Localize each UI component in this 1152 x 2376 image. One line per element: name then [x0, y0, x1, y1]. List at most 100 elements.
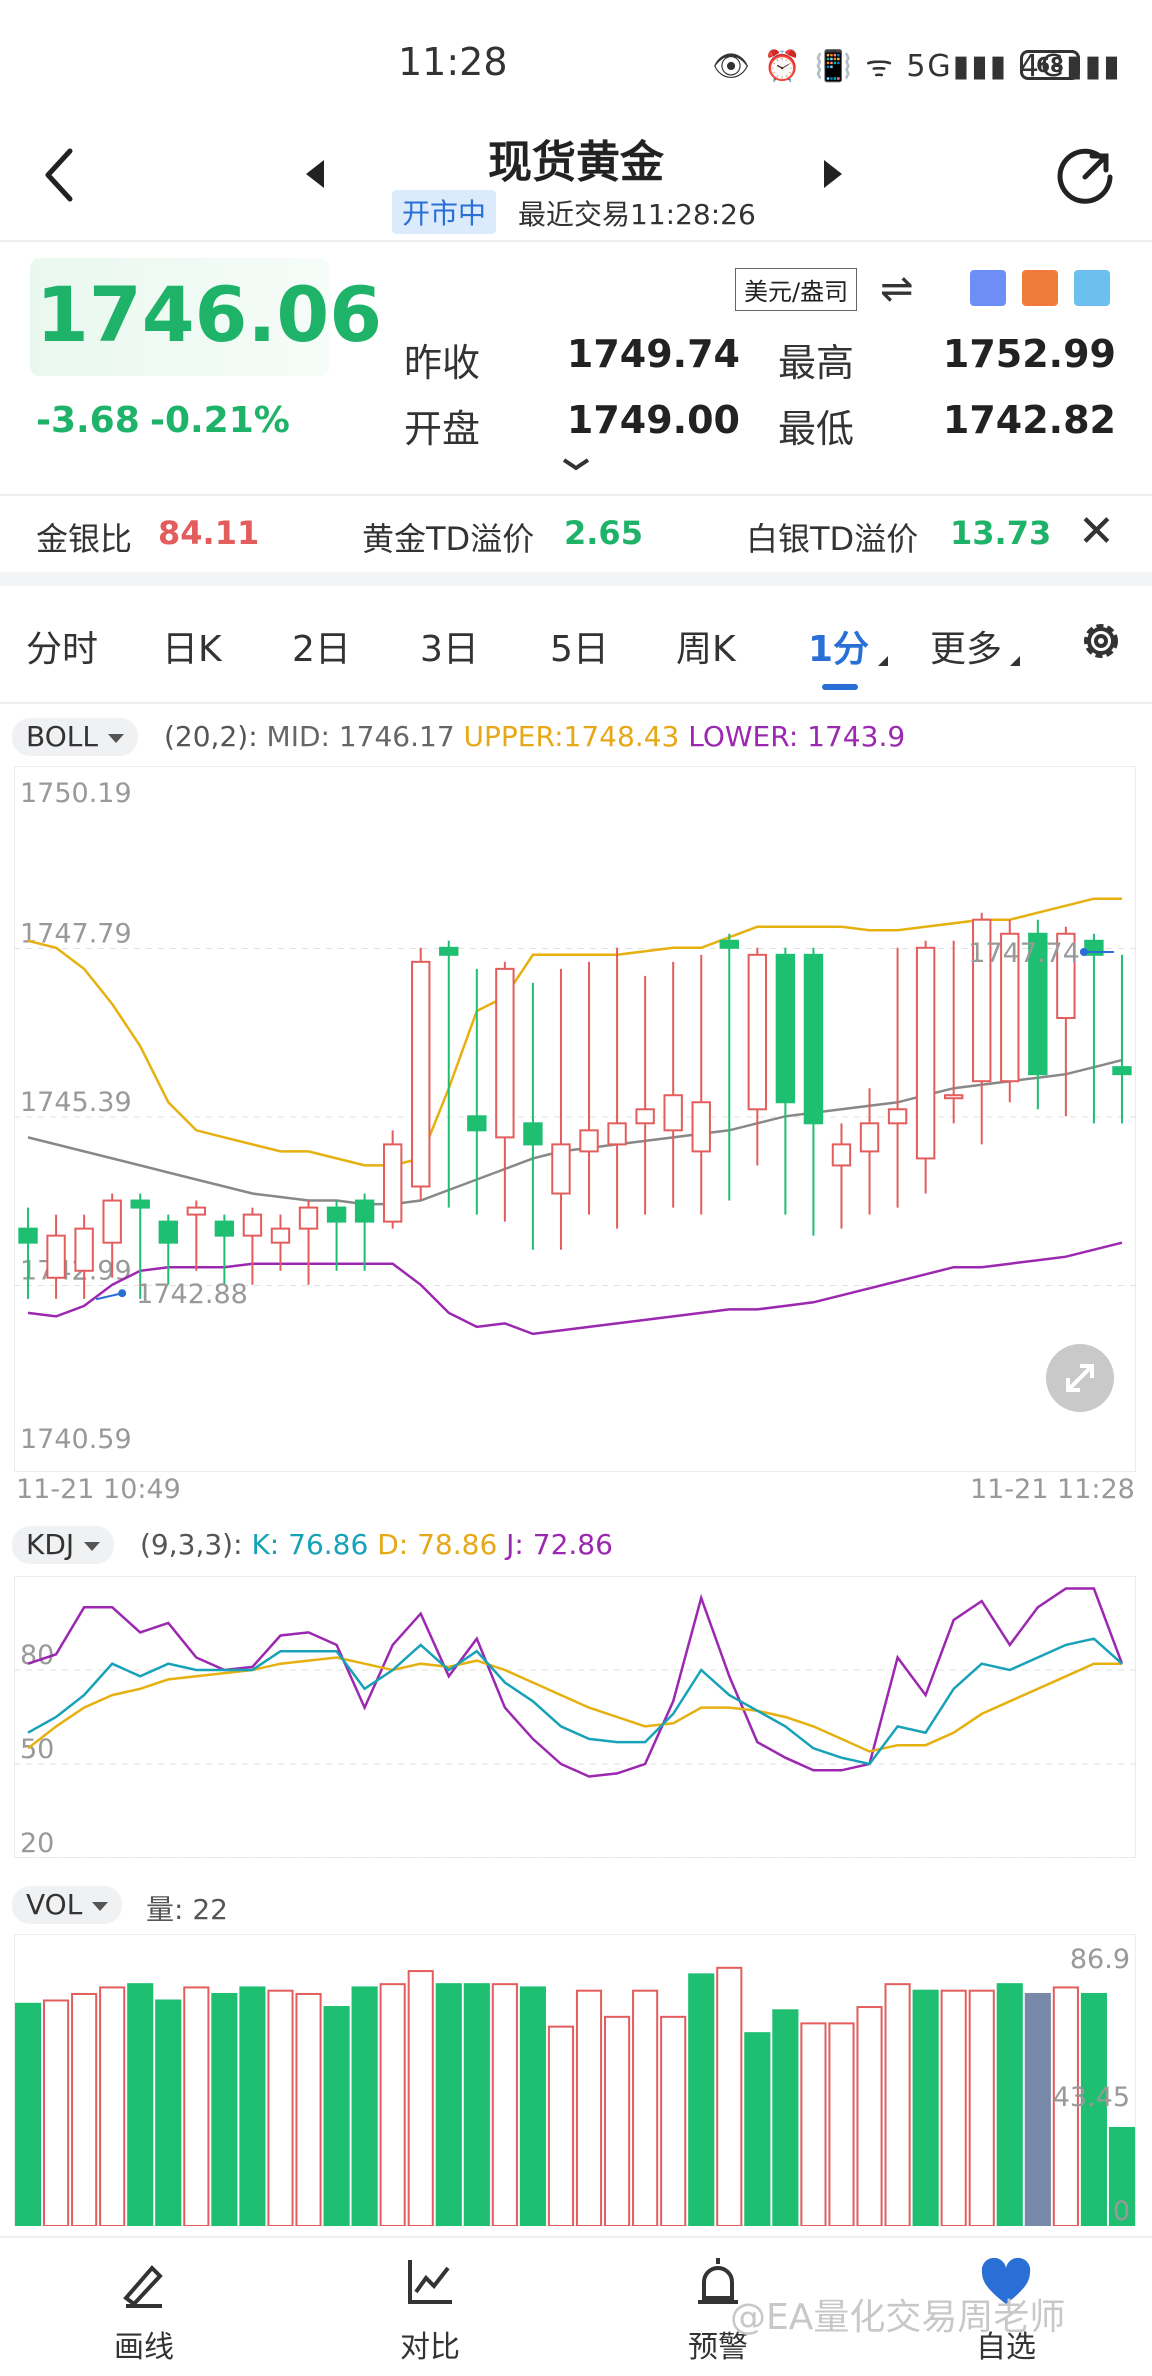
volume-bar: [800, 2022, 827, 2226]
volume-bar: [716, 1966, 743, 2226]
pie-tool-icon[interactable]: [1074, 270, 1110, 306]
boll-indicator-chip[interactable]: BOLL: [12, 718, 138, 756]
volume-bar: [407, 1970, 434, 2226]
boll-mid: MID: 1746.17: [266, 720, 455, 753]
boll-values: (20,2): MID: 1746.17 UPPER:1748.43 LOWER…: [164, 720, 905, 753]
volume-bar: [996, 1983, 1023, 2226]
time-axis-start: 11-21 10:49: [16, 1474, 181, 1505]
candle-body: [495, 967, 515, 1139]
candle-body: [411, 960, 431, 1188]
unit-selector[interactable]: 美元/盎司: [735, 268, 858, 311]
candle-body: [326, 1206, 347, 1223]
volume-bar: [183, 1986, 210, 2226]
open-value: 1749.00: [566, 398, 740, 442]
tab-3day[interactable]: 3日: [420, 620, 479, 672]
candlestick-chart[interactable]: 1750.191747.791745.391742.991740.591747.…: [14, 766, 1136, 1472]
volume-bar: [1024, 1992, 1051, 2226]
refresh-icon[interactable]: [1052, 144, 1118, 210]
gold-td-premium-label: 黄金TD溢价: [362, 520, 535, 558]
kdj-frame: [14, 1576, 1136, 1858]
candle-body: [607, 1122, 627, 1146]
candle-body: [831, 1143, 852, 1167]
next-symbol-icon[interactable]: [824, 160, 842, 188]
tab-2day[interactable]: 2日: [292, 620, 351, 672]
kdj-params: (9,3,3):: [140, 1528, 243, 1561]
volume-bar: [351, 1986, 378, 2226]
candle-body: [18, 1227, 38, 1244]
time-axis-end: 11-21 11:28: [970, 1474, 1135, 1505]
kdj-indicator-chip[interactable]: KDJ: [12, 1526, 115, 1564]
tab-1min[interactable]: 1分: [808, 620, 869, 672]
high-value: 1752.99: [942, 332, 1116, 376]
percent-tool-icon[interactable]: [970, 270, 1006, 306]
vol-axis-label: 43.45: [1053, 2082, 1130, 2113]
compare-icon[interactable]: [402, 2254, 458, 2310]
tab-5day[interactable]: 5日: [550, 620, 609, 672]
lighthouse-tool-icon[interactable]: [1022, 270, 1058, 306]
prev-symbol-icon[interactable]: [306, 160, 324, 188]
kdj-j-line: [27, 1587, 1124, 1778]
volume-bar: [744, 2032, 771, 2226]
volume-bar: [491, 1983, 518, 2226]
high-mark-label: 1747.74: [968, 938, 1080, 969]
status-time: 11:28: [398, 40, 508, 84]
tab-weekly-k[interactable]: 周K: [676, 620, 736, 672]
candle-body: [915, 946, 936, 1160]
volume-bar: [884, 1983, 911, 2226]
volume-bar: [660, 2015, 687, 2226]
volume-bar: [856, 2006, 883, 2226]
volume-chart[interactable]: 86.9 43.45 0: [14, 1934, 1136, 2226]
price-axis-label: 1750.19: [20, 778, 132, 809]
gear-icon[interactable]: [1076, 616, 1126, 666]
back-arrow-icon[interactable]: [40, 145, 80, 205]
tab-daily-k[interactable]: 日K: [162, 620, 222, 672]
price-change: -3.68: [36, 400, 140, 441]
kdj-d-line: [27, 1656, 1122, 1753]
price-axis-label: 1740.59: [20, 1424, 132, 1455]
kdj-chart[interactable]: 805020: [14, 1576, 1136, 1858]
silver-td-premium-label: 白银TD溢价: [746, 520, 919, 558]
fullscreen-button[interactable]: [1046, 1344, 1114, 1412]
candle-body: [242, 1213, 263, 1237]
candle-body: [887, 1108, 908, 1125]
chart-frame: [14, 766, 1136, 1472]
draw-line-icon[interactable]: [116, 2254, 172, 2310]
silver-td-premium-value: 13.73: [950, 514, 1052, 552]
candle-body: [382, 1143, 403, 1223]
page-title: 现货黄金: [488, 137, 664, 188]
header-divider: [0, 240, 1152, 242]
candle-body: [354, 1199, 375, 1223]
tab-more-dropdown-icon: [1010, 656, 1020, 666]
volume-bar: [463, 1983, 490, 2226]
vol-axis-label: 0: [1113, 2196, 1130, 2226]
last-trade-time: 最近交易11:28:26: [518, 198, 756, 231]
nav-compare[interactable]: 对比: [370, 2322, 490, 2366]
vol-indicator-chip[interactable]: VOL: [12, 1886, 123, 1924]
candle-body: [579, 1129, 599, 1153]
candle-body: [102, 1199, 122, 1244]
kdj-k: K: 76.86: [251, 1528, 369, 1561]
candle-body: [943, 1094, 964, 1100]
volume-bar: [211, 1992, 238, 2226]
volume-bar: [14, 2002, 42, 2226]
open-label: 开盘: [404, 407, 481, 451]
candle-body: [214, 1220, 235, 1237]
low-label: 最低: [778, 407, 855, 451]
close-icon[interactable]: ✕: [1078, 506, 1115, 557]
candle-body: [74, 1227, 94, 1272]
volume-bar: [575, 1989, 603, 2226]
candle-body: [130, 1199, 150, 1209]
expand-chevron-icon[interactable]: [558, 456, 594, 474]
nav-draw-line[interactable]: 画线: [84, 2322, 204, 2366]
kdj-axis-label: 50: [20, 1734, 54, 1765]
tab-intraday[interactable]: 分时: [26, 620, 98, 672]
price-axis-label: 1745.39: [20, 1087, 132, 1118]
boll-params: (20,2):: [164, 720, 258, 753]
watermark: @EA量化交易周老师: [730, 2297, 1066, 2338]
gold-silver-ratio-label: 金银比: [36, 520, 133, 558]
vol-value: 量: 22: [146, 1893, 228, 1926]
tab-more[interactable]: 更多: [930, 620, 1002, 672]
kdj-axis-label: 20: [20, 1828, 54, 1858]
swap-unit-icon[interactable]: ⇌: [880, 266, 914, 312]
tab-1min-dropdown-icon: [878, 656, 888, 666]
